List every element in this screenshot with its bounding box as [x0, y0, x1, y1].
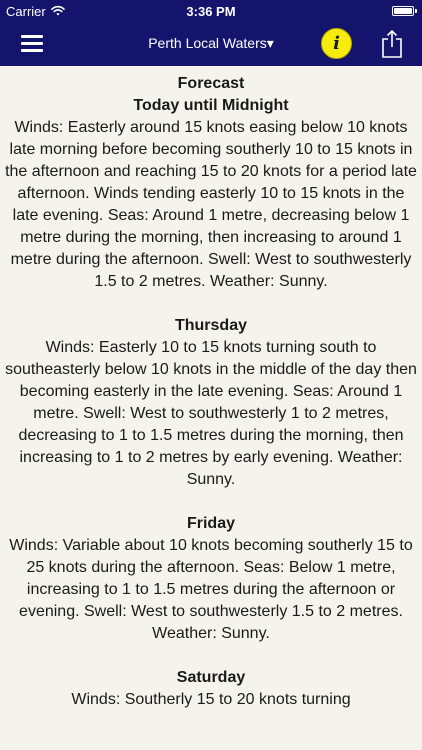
forecast-section-today: Today until Midnight Winds: Easterly aro… — [3, 95, 419, 293]
section-text: Winds: Easterly 10 to 15 knots turning s… — [5, 339, 417, 488]
forecast-heading: Forecast — [177, 75, 245, 92]
battery-tip — [415, 9, 417, 13]
section-title: Friday — [186, 515, 235, 532]
section-text: Winds: Easterly around 15 knots easing b… — [5, 119, 417, 290]
nav-bar: Perth Local Waters▾ i — [0, 22, 422, 66]
forecast-section-thursday: Thursday Winds: Easterly 10 to 15 knots … — [3, 315, 419, 491]
section-text: Winds: Southerly 15 to 20 knots turning — [71, 691, 351, 708]
menu-line — [21, 35, 43, 38]
battery-level — [394, 8, 412, 14]
section-title: Today until Midnight — [133, 97, 289, 114]
section-text: Winds: Variable about 10 knots becoming … — [9, 537, 413, 642]
forecast-content[interactable]: Forecast Today until Midnight Winds: Eas… — [0, 66, 422, 750]
forecast-section-friday: Friday Winds: Variable about 10 knots be… — [3, 513, 419, 645]
menu-line — [21, 49, 43, 52]
status-time: 3:36 PM — [186, 4, 236, 19]
hamburger-menu-icon[interactable] — [21, 34, 43, 54]
menu-line — [21, 42, 43, 45]
info-button[interactable]: i — [321, 28, 352, 59]
section-title: Saturday — [176, 669, 246, 686]
location-dropdown[interactable]: Perth Local Waters▾ — [120, 35, 302, 52]
share-icon[interactable] — [380, 29, 404, 59]
forecast-section-saturday: Saturday Winds: Southerly 15 to 20 knots… — [3, 667, 419, 711]
section-title: Thursday — [174, 317, 247, 334]
battery-icon — [392, 6, 414, 16]
status-bar: Carrier 3:36 PM — [0, 0, 422, 22]
